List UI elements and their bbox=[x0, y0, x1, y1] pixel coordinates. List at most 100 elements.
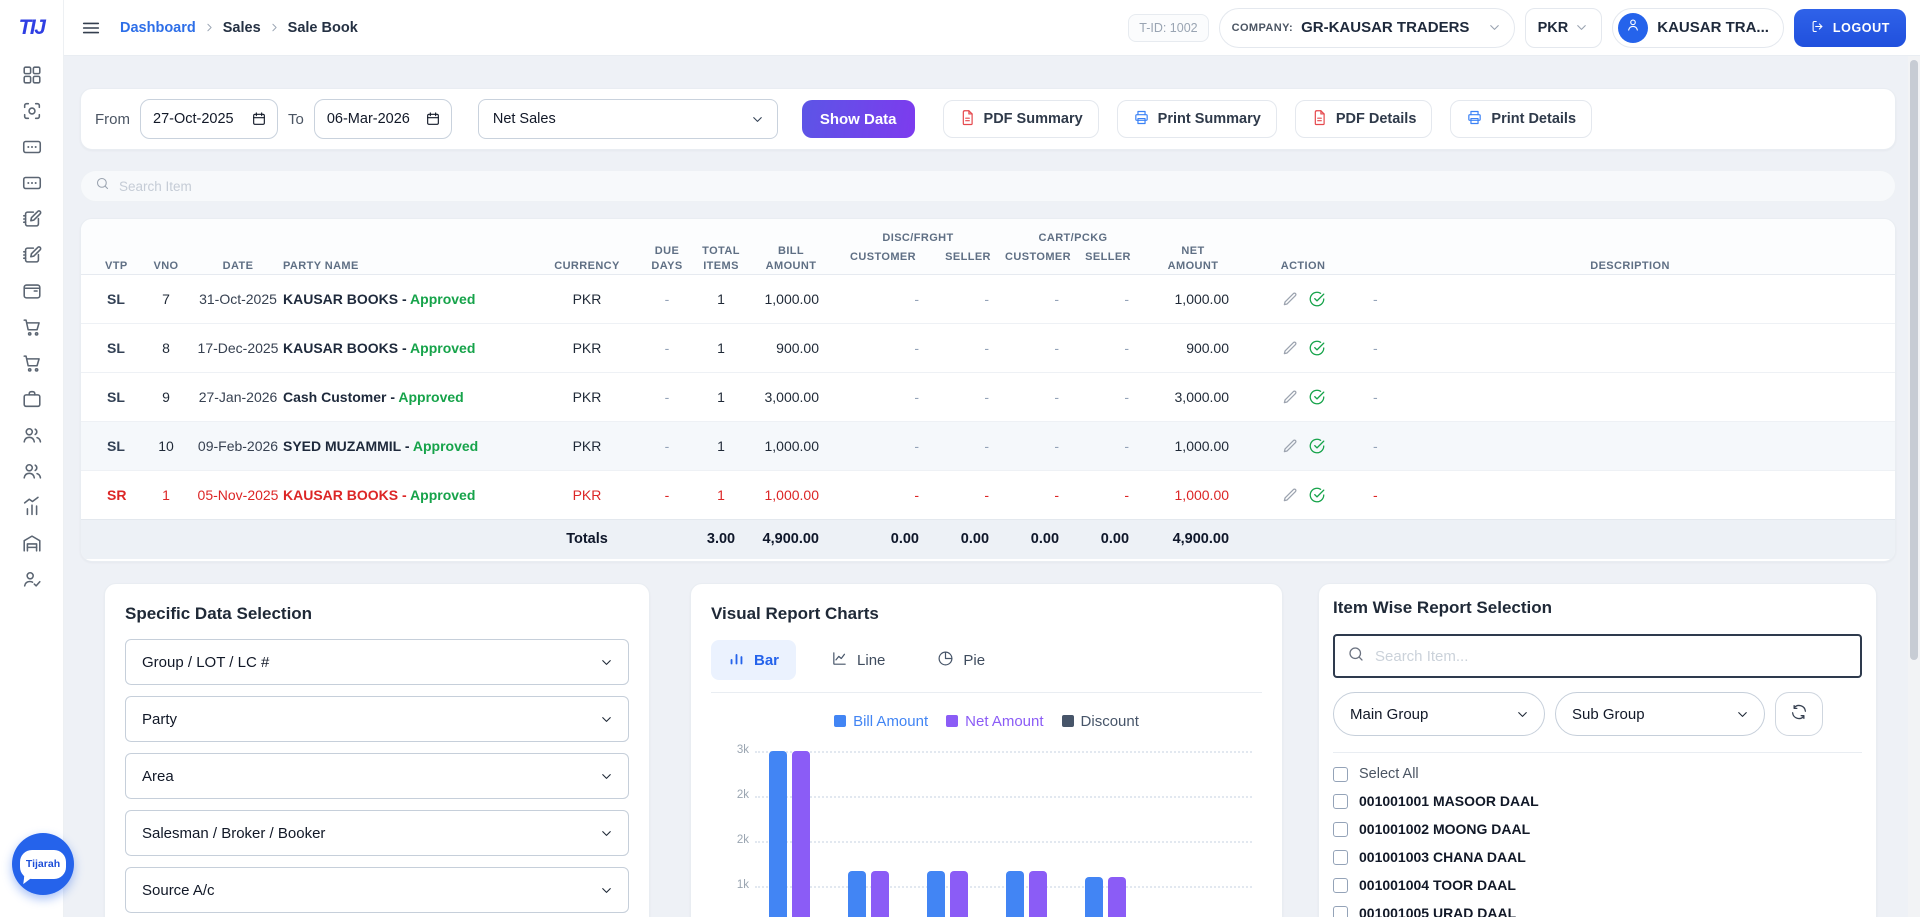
print-summary-button[interactable]: Print Summary bbox=[1117, 100, 1277, 138]
approved-check-icon[interactable] bbox=[1308, 388, 1326, 406]
approved-check-icon[interactable] bbox=[1308, 339, 1326, 357]
sub-group-select[interactable]: Sub Group bbox=[1555, 692, 1765, 736]
tab-line[interactable]: Line bbox=[814, 640, 902, 680]
currency-selector[interactable]: PKR bbox=[1525, 8, 1603, 48]
company-selector[interactable]: COMPANY: GR-KAUSAR TRADERS bbox=[1219, 8, 1515, 48]
edit-icon[interactable] bbox=[1281, 486, 1299, 504]
table-row[interactable]: SL817-Dec-2025KAUSAR BOOKS - ApprovedPKR… bbox=[81, 323, 1896, 372]
logout-button[interactable]: LOGOUT bbox=[1794, 9, 1906, 47]
notebook-pen-2-icon[interactable] bbox=[21, 244, 43, 266]
users-icon[interactable] bbox=[21, 424, 43, 446]
item-checkbox[interactable] bbox=[1333, 906, 1348, 917]
breadcrumb-sales[interactable]: Sales bbox=[223, 20, 261, 36]
user-icon bbox=[1625, 17, 1641, 38]
refresh-button[interactable] bbox=[1775, 692, 1823, 736]
select-all-checkbox[interactable] bbox=[1333, 767, 1348, 782]
print-details-button[interactable]: Print Details bbox=[1450, 100, 1592, 138]
edit-icon[interactable] bbox=[1281, 388, 1299, 406]
area-label: Area bbox=[142, 768, 174, 785]
to-date-value: 06-Mar-2026 bbox=[327, 111, 410, 127]
item-search-input[interactable] bbox=[1375, 648, 1848, 665]
wallet-icon[interactable] bbox=[21, 280, 43, 302]
to-date-input[interactable]: 06-Mar-2026 bbox=[314, 99, 452, 139]
col-bill-amount: BILL AMOUNT bbox=[749, 219, 833, 274]
pdf-details-button[interactable]: PDF Details bbox=[1295, 100, 1433, 138]
col-total-items: TOTAL ITEMS bbox=[693, 219, 749, 274]
cell-currency: PKR bbox=[533, 421, 641, 470]
cell-total-items: 1 bbox=[693, 421, 749, 470]
menu-icon[interactable] bbox=[80, 17, 102, 39]
col-due-days: DUE DAYS bbox=[641, 219, 693, 274]
col-group-disc-frght: DISC/FRGHT bbox=[833, 219, 1003, 246]
edit-icon[interactable] bbox=[1281, 437, 1299, 455]
cell-disc-customer: - bbox=[833, 323, 933, 372]
from-date-input[interactable]: 27-Oct-2025 bbox=[140, 99, 278, 139]
shopping-cart-icon[interactable] bbox=[21, 316, 43, 338]
pdf-summary-button[interactable]: PDF Summary bbox=[943, 100, 1099, 138]
col-action: ACTION bbox=[1243, 219, 1363, 274]
salesman-broker-booker-label: Salesman / Broker / Booker bbox=[142, 825, 325, 842]
users-2-icon[interactable] bbox=[21, 460, 43, 482]
group-lot-lc-select[interactable]: Group / LOT / LC # bbox=[125, 639, 629, 685]
item-checkbox[interactable] bbox=[1333, 822, 1348, 837]
cell-vtp: SR bbox=[81, 470, 139, 519]
chevron-right-icon bbox=[268, 21, 281, 34]
item-checkbox-row: 001001002 MOONG DAAL bbox=[1333, 815, 1862, 843]
credit-card-icon[interactable] bbox=[21, 136, 43, 158]
cell-net-amount: 3,000.00 bbox=[1143, 372, 1243, 421]
cell-currency: PKR bbox=[533, 323, 641, 372]
totals-cart-seller: 0.00 bbox=[1073, 519, 1143, 559]
report-type-value: Net Sales bbox=[493, 111, 556, 127]
table-row[interactable]: SL1009-Feb-2026SYED MUZAMMIL - ApprovedP… bbox=[81, 421, 1896, 470]
specific-selects: Group / LOT / LC # Party Area Salesman / Br… bbox=[125, 639, 629, 913]
breadcrumb-dashboard[interactable]: Dashboard bbox=[120, 20, 196, 36]
tab-bar[interactable]: Bar bbox=[711, 640, 796, 680]
scan-face-icon[interactable] bbox=[21, 100, 43, 122]
vertical-scrollbar[interactable] bbox=[1908, 56, 1920, 917]
scrollbar-thumb[interactable] bbox=[1910, 60, 1918, 660]
source-a-c-select[interactable]: Source A/c bbox=[125, 867, 629, 913]
main-group-select[interactable]: Main Group bbox=[1333, 692, 1545, 736]
table-row[interactable]: SL731-Oct-2025KAUSAR BOOKS - ApprovedPKR… bbox=[81, 274, 1896, 323]
calendar-icon[interactable] bbox=[425, 111, 441, 127]
dashboard-icon[interactable] bbox=[21, 64, 43, 86]
approved-check-icon[interactable] bbox=[1308, 290, 1326, 308]
warehouse-icon[interactable] bbox=[21, 532, 43, 554]
user-check-icon[interactable] bbox=[21, 568, 43, 590]
cell-bill-amount: 1,000.00 bbox=[749, 274, 833, 323]
item-search-box bbox=[1333, 634, 1862, 678]
party-select[interactable]: Party bbox=[125, 696, 629, 742]
cell-date: 31-Oct-2025 bbox=[193, 274, 283, 323]
search-input[interactable] bbox=[119, 179, 1881, 194]
col-description: DESCRIPTION bbox=[1363, 219, 1896, 274]
notebook-pen-icon[interactable] bbox=[21, 208, 43, 230]
cell-bill-amount: 1,000.00 bbox=[749, 470, 833, 519]
area-select[interactable]: Area bbox=[125, 753, 629, 799]
edit-icon[interactable] bbox=[1281, 290, 1299, 308]
approved-check-icon[interactable] bbox=[1308, 437, 1326, 455]
briefcase-icon[interactable] bbox=[21, 388, 43, 410]
table-row[interactable]: SL927-Jan-2026Cash Customer - ApprovedPK… bbox=[81, 372, 1896, 421]
salesman-broker-booker-select[interactable]: Salesman / Broker / Booker bbox=[125, 810, 629, 856]
edit-icon[interactable] bbox=[1281, 339, 1299, 357]
tab-pie[interactable]: Pie bbox=[920, 640, 1002, 680]
show-data-button[interactable]: Show Data bbox=[802, 100, 915, 138]
calendar-icon[interactable] bbox=[251, 111, 267, 127]
totals-disc-customer: 0.00 bbox=[833, 519, 933, 559]
item-checkbox[interactable] bbox=[1333, 794, 1348, 809]
currency-value: PKR bbox=[1538, 20, 1569, 36]
tijarah-chat-button[interactable]: Tijarah bbox=[12, 833, 74, 895]
user-menu[interactable]: KAUSAR TRA... bbox=[1612, 8, 1784, 48]
chart-bars-icon[interactable] bbox=[21, 496, 43, 518]
credit-card-2-icon[interactable] bbox=[21, 172, 43, 194]
group-filter-row: Main Group Sub Group bbox=[1333, 692, 1862, 736]
table-row[interactable]: SR105-Nov-2025KAUSAR BOOKS - ApprovedPKR… bbox=[81, 470, 1896, 519]
cell-vtp: SL bbox=[81, 372, 139, 421]
item-checkbox[interactable] bbox=[1333, 850, 1348, 865]
report-type-select[interactable]: Net Sales bbox=[478, 99, 778, 139]
chevron-down-icon bbox=[1735, 707, 1750, 722]
approved-check-icon[interactable] bbox=[1308, 486, 1326, 504]
cell-date: 27-Jan-2026 bbox=[193, 372, 283, 421]
shopping-cart-2-icon[interactable] bbox=[21, 352, 43, 374]
item-checkbox[interactable] bbox=[1333, 878, 1348, 893]
